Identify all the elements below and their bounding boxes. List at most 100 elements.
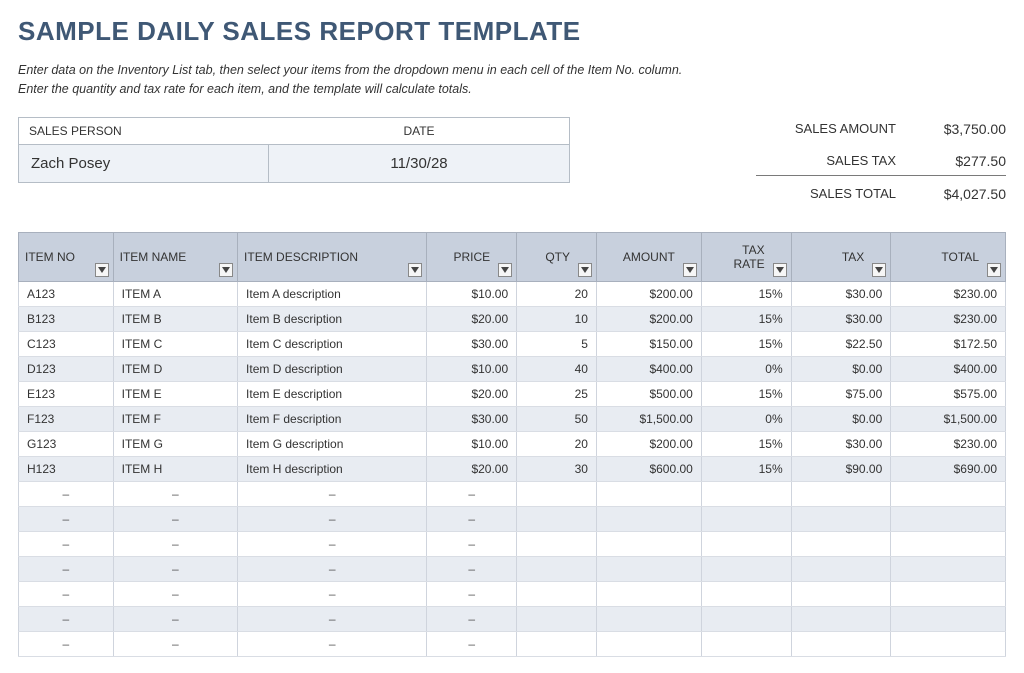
filter-icon[interactable] bbox=[408, 263, 422, 277]
cell-tax[interactable] bbox=[791, 606, 891, 631]
cell-amount[interactable]: $600.00 bbox=[596, 456, 701, 481]
cell-total[interactable]: $230.00 bbox=[891, 306, 1006, 331]
cell-total[interactable]: $230.00 bbox=[891, 431, 1006, 456]
table-row[interactable]: C123ITEM CItem C description$30.005$150.… bbox=[19, 331, 1006, 356]
table-row-empty[interactable]: –––– bbox=[19, 531, 1006, 556]
cell-total[interactable]: $400.00 bbox=[891, 356, 1006, 381]
col-header-itemno[interactable]: ITEM NO bbox=[19, 232, 114, 281]
cell-amount[interactable]: $150.00 bbox=[596, 331, 701, 356]
col-header-qty[interactable]: QTY bbox=[517, 232, 597, 281]
table-row[interactable]: G123ITEM GItem G description$10.0020$200… bbox=[19, 431, 1006, 456]
filter-icon[interactable] bbox=[95, 263, 109, 277]
cell-qty[interactable] bbox=[517, 606, 597, 631]
cell-amount[interactable] bbox=[596, 531, 701, 556]
cell-amount[interactable]: $200.00 bbox=[596, 281, 701, 306]
cell-price[interactable]: – bbox=[427, 556, 517, 581]
cell-taxrate[interactable]: 15% bbox=[701, 281, 791, 306]
table-row[interactable]: F123ITEM FItem F description$30.0050$1,5… bbox=[19, 406, 1006, 431]
cell-itemno[interactable]: C123 bbox=[19, 331, 114, 356]
cell-taxrate[interactable]: 15% bbox=[701, 381, 791, 406]
filter-icon[interactable] bbox=[219, 263, 233, 277]
cell-taxrate[interactable]: 0% bbox=[701, 406, 791, 431]
cell-itemdesc[interactable]: Item A description bbox=[238, 281, 427, 306]
filter-icon[interactable] bbox=[773, 263, 787, 277]
cell-tax[interactable]: $30.00 bbox=[791, 281, 891, 306]
cell-price[interactable]: – bbox=[427, 631, 517, 656]
cell-total[interactable] bbox=[891, 506, 1006, 531]
table-row-empty[interactable]: –––– bbox=[19, 556, 1006, 581]
cell-itemname[interactable]: – bbox=[113, 581, 237, 606]
filter-icon[interactable] bbox=[498, 263, 512, 277]
cell-taxrate[interactable]: 15% bbox=[701, 431, 791, 456]
cell-taxrate[interactable] bbox=[701, 506, 791, 531]
cell-tax[interactable]: $0.00 bbox=[791, 406, 891, 431]
cell-itemno[interactable]: – bbox=[19, 481, 114, 506]
cell-tax[interactable]: $30.00 bbox=[791, 431, 891, 456]
cell-itemname[interactable]: – bbox=[113, 606, 237, 631]
cell-itemdesc[interactable]: – bbox=[238, 581, 427, 606]
cell-tax[interactable]: $30.00 bbox=[791, 306, 891, 331]
table-row-empty[interactable]: –––– bbox=[19, 631, 1006, 656]
cell-taxrate[interactable]: 15% bbox=[701, 306, 791, 331]
cell-taxrate[interactable] bbox=[701, 531, 791, 556]
cell-amount[interactable]: $1,500.00 bbox=[596, 406, 701, 431]
cell-itemno[interactable]: – bbox=[19, 556, 114, 581]
cell-itemdesc[interactable]: Item G description bbox=[238, 431, 427, 456]
cell-qty[interactable]: 20 bbox=[517, 431, 597, 456]
cell-taxrate[interactable]: 0% bbox=[701, 356, 791, 381]
cell-itemno[interactable]: G123 bbox=[19, 431, 114, 456]
cell-itemdesc[interactable]: Item B description bbox=[238, 306, 427, 331]
cell-price[interactable]: – bbox=[427, 481, 517, 506]
cell-qty[interactable] bbox=[517, 506, 597, 531]
cell-itemname[interactable]: ITEM E bbox=[113, 381, 237, 406]
cell-itemname[interactable]: – bbox=[113, 631, 237, 656]
cell-itemname[interactable]: ITEM A bbox=[113, 281, 237, 306]
table-row[interactable]: D123ITEM DItem D description$10.0040$400… bbox=[19, 356, 1006, 381]
cell-amount[interactable]: $200.00 bbox=[596, 431, 701, 456]
cell-itemdesc[interactable]: – bbox=[238, 506, 427, 531]
cell-itemno[interactable]: – bbox=[19, 631, 114, 656]
cell-price[interactable]: $20.00 bbox=[427, 456, 517, 481]
cell-amount[interactable]: $500.00 bbox=[596, 381, 701, 406]
cell-itemdesc[interactable]: Item H description bbox=[238, 456, 427, 481]
col-header-taxrate[interactable]: TAX RATE bbox=[701, 232, 791, 281]
cell-taxrate[interactable]: 15% bbox=[701, 456, 791, 481]
cell-total[interactable]: $575.00 bbox=[891, 381, 1006, 406]
cell-itemno[interactable]: B123 bbox=[19, 306, 114, 331]
cell-qty[interactable]: 10 bbox=[517, 306, 597, 331]
cell-price[interactable]: – bbox=[427, 531, 517, 556]
cell-itemname[interactable]: ITEM F bbox=[113, 406, 237, 431]
cell-itemno[interactable]: H123 bbox=[19, 456, 114, 481]
cell-itemdesc[interactable]: Item F description bbox=[238, 406, 427, 431]
cell-itemno[interactable]: E123 bbox=[19, 381, 114, 406]
cell-price[interactable]: $30.00 bbox=[427, 331, 517, 356]
cell-tax[interactable] bbox=[791, 631, 891, 656]
cell-itemdesc[interactable]: Item D description bbox=[238, 356, 427, 381]
cell-amount[interactable] bbox=[596, 581, 701, 606]
cell-tax[interactable] bbox=[791, 556, 891, 581]
col-header-amount[interactable]: AMOUNT bbox=[596, 232, 701, 281]
cell-tax[interactable]: $0.00 bbox=[791, 356, 891, 381]
table-row-empty[interactable]: –––– bbox=[19, 481, 1006, 506]
cell-itemname[interactable]: – bbox=[113, 506, 237, 531]
cell-itemdesc[interactable]: – bbox=[238, 531, 427, 556]
cell-total[interactable] bbox=[891, 481, 1006, 506]
cell-amount[interactable]: $200.00 bbox=[596, 306, 701, 331]
cell-qty[interactable] bbox=[517, 631, 597, 656]
cell-total[interactable] bbox=[891, 631, 1006, 656]
cell-total[interactable]: $172.50 bbox=[891, 331, 1006, 356]
cell-total[interactable]: $230.00 bbox=[891, 281, 1006, 306]
cell-itemno[interactable]: – bbox=[19, 506, 114, 531]
col-header-tax[interactable]: TAX bbox=[791, 232, 891, 281]
cell-itemdesc[interactable]: – bbox=[238, 606, 427, 631]
filter-icon[interactable] bbox=[578, 263, 592, 277]
cell-amount[interactable] bbox=[596, 631, 701, 656]
table-row-empty[interactable]: –––– bbox=[19, 606, 1006, 631]
cell-itemname[interactable]: ITEM G bbox=[113, 431, 237, 456]
cell-qty[interactable]: 40 bbox=[517, 356, 597, 381]
filter-icon[interactable] bbox=[683, 263, 697, 277]
cell-qty[interactable]: 5 bbox=[517, 331, 597, 356]
date-value[interactable]: 11/30/28 bbox=[269, 145, 569, 182]
filter-icon[interactable] bbox=[987, 263, 1001, 277]
cell-itemdesc[interactable]: Item E description bbox=[238, 381, 427, 406]
